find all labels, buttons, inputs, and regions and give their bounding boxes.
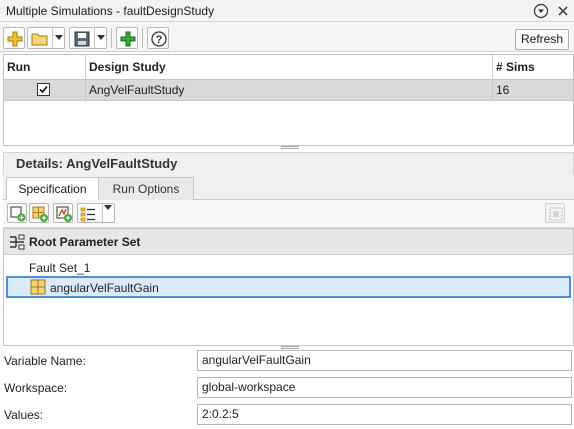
column-header-sims[interactable]: # Sims bbox=[493, 55, 573, 80]
design-study-table: Run Design Study # Sims AngVelFaultStudy… bbox=[3, 54, 574, 146]
design-study-cell: AngVelFaultStudy bbox=[86, 80, 493, 100]
remove-icon bbox=[549, 207, 563, 221]
parameter-set-icon bbox=[10, 234, 25, 250]
workspace-row: Workspace: global-workspace bbox=[0, 375, 574, 401]
add-variable-icon bbox=[32, 206, 48, 222]
specification-toolbar bbox=[3, 200, 574, 228]
variable-name-label: Variable Name: bbox=[4, 354, 86, 368]
run-cell bbox=[4, 80, 86, 100]
details-tabs: Specification Run Options bbox=[3, 175, 574, 201]
splitter-handle[interactable] bbox=[281, 146, 299, 149]
workspace-field[interactable]: global-workspace bbox=[197, 377, 572, 398]
add-fault-icon bbox=[56, 206, 72, 222]
parameter-tree: Root Parameter Set Fault Set_1 angularVe… bbox=[3, 228, 574, 346]
save-icon bbox=[74, 31, 90, 47]
combination-button[interactable] bbox=[77, 203, 115, 224]
column-header-design-study[interactable]: Design Study bbox=[86, 55, 493, 80]
variable-name-row: Variable Name: angularVelFaultGain bbox=[0, 348, 574, 374]
window-title: Multiple Simulations - faultDesignStudy bbox=[6, 4, 215, 18]
add-icon bbox=[120, 31, 136, 47]
close-icon[interactable] bbox=[555, 3, 571, 19]
open-dropdown-arrow[interactable] bbox=[52, 28, 64, 48]
toolbar-separator bbox=[111, 28, 112, 48]
save-button[interactable] bbox=[69, 27, 107, 49]
add-variable-button[interactable] bbox=[29, 203, 49, 223]
run-checkbox[interactable] bbox=[37, 83, 50, 96]
window-titlebar: Multiple Simulations - faultDesignStudy bbox=[0, 0, 574, 22]
tab-specification[interactable]: Specification bbox=[6, 177, 99, 201]
options-menu-icon[interactable] bbox=[533, 3, 549, 19]
list-options-icon bbox=[80, 207, 95, 222]
values-label: Values: bbox=[4, 408, 44, 422]
tree-node-angular-vel-fault-gain[interactable]: angularVelFaultGain bbox=[6, 276, 571, 298]
svg-text:?: ? bbox=[156, 34, 163, 46]
tree-root-label: Root Parameter Set bbox=[29, 235, 141, 249]
new-button[interactable] bbox=[3, 27, 25, 49]
table-header: Run Design Study # Sims bbox=[4, 55, 573, 80]
tree-root-row[interactable]: Root Parameter Set bbox=[4, 229, 573, 255]
values-field[interactable]: 2:0.2:5 bbox=[197, 404, 572, 425]
help-button[interactable]: ? bbox=[147, 27, 169, 49]
checkmark-icon bbox=[39, 85, 48, 94]
add-parameter-set-button[interactable] bbox=[7, 203, 27, 223]
variable-icon bbox=[30, 279, 46, 295]
values-row: Values: 2:0.2:5 bbox=[0, 402, 574, 428]
combination-dropdown-arrow[interactable] bbox=[102, 204, 114, 224]
tree-node-label: angularVelFaultGain bbox=[50, 281, 159, 295]
sims-cell: 16 bbox=[496, 83, 510, 97]
table-row[interactable]: AngVelFaultStudy 16 bbox=[4, 80, 573, 101]
column-header-run[interactable]: Run bbox=[4, 55, 86, 80]
tree-node-fault-set[interactable]: Fault Set_1 bbox=[29, 261, 90, 275]
folder-icon bbox=[31, 33, 48, 46]
refresh-button[interactable]: Refresh bbox=[515, 29, 569, 50]
add-parameter-set-icon bbox=[10, 206, 26, 222]
new-icon bbox=[7, 31, 23, 47]
tab-run-options[interactable]: Run Options bbox=[98, 177, 194, 200]
add-design-study-button[interactable] bbox=[116, 27, 138, 49]
variable-name-field[interactable]: angularVelFaultGain bbox=[197, 350, 572, 371]
details-title: Details: AngVelFaultStudy bbox=[3, 152, 574, 175]
add-fault-button[interactable] bbox=[53, 203, 73, 223]
open-button[interactable] bbox=[27, 27, 65, 49]
toolbar-separator bbox=[142, 28, 143, 48]
main-toolbar: ? bbox=[0, 22, 574, 52]
save-dropdown-arrow[interactable] bbox=[94, 28, 106, 48]
workspace-label: Workspace: bbox=[4, 381, 68, 395]
remove-button[interactable] bbox=[545, 203, 565, 223]
help-icon: ? bbox=[151, 31, 167, 47]
